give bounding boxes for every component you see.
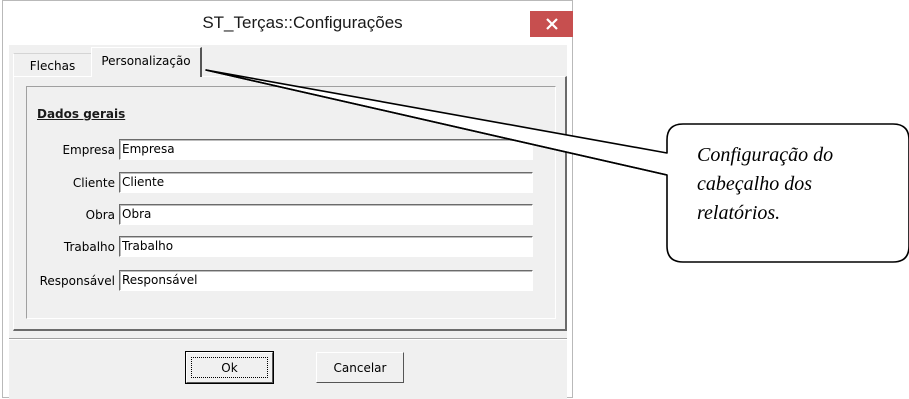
ok-button[interactable]: Ok bbox=[185, 351, 274, 384]
focus-rectangle bbox=[191, 357, 268, 378]
group-title: Dados gerais bbox=[37, 107, 126, 121]
label-empresa: Empresa bbox=[62, 143, 115, 157]
empresa-field[interactable]: Empresa bbox=[119, 139, 533, 160]
title-bar: ST_Terças::Configurações bbox=[3, 1, 572, 45]
responsavel-field[interactable]: Responsável bbox=[119, 270, 533, 291]
button-separator bbox=[9, 338, 567, 340]
callout-text: Configuração do cabeçalho dos relatórios… bbox=[697, 144, 834, 224]
label-responsavel: Responsável bbox=[39, 274, 115, 288]
dialog-client-area: Flechas Personalização Dados gerais Empr… bbox=[9, 45, 567, 399]
window-title: ST_Terças::Configurações bbox=[202, 13, 403, 32]
trabalho-field[interactable]: Trabalho bbox=[119, 236, 533, 257]
cancel-button-label: Cancelar bbox=[333, 360, 387, 375]
tab-flechas[interactable]: Flechas bbox=[13, 53, 91, 78]
tab-personalizacao[interactable]: Personalização bbox=[91, 47, 202, 77]
label-obra: Obra bbox=[85, 208, 115, 222]
close-icon bbox=[545, 18, 558, 30]
cancel-button[interactable]: Cancelar bbox=[316, 352, 404, 383]
close-button[interactable] bbox=[530, 11, 573, 37]
obra-field[interactable]: Obra bbox=[119, 204, 533, 225]
label-trabalho: Trabalho bbox=[63, 240, 115, 254]
configuration-dialog: ST_Terças::Configurações Flechas Persona… bbox=[2, 0, 573, 399]
label-cliente: Cliente bbox=[72, 176, 115, 190]
cliente-field[interactable]: Cliente bbox=[119, 172, 533, 193]
